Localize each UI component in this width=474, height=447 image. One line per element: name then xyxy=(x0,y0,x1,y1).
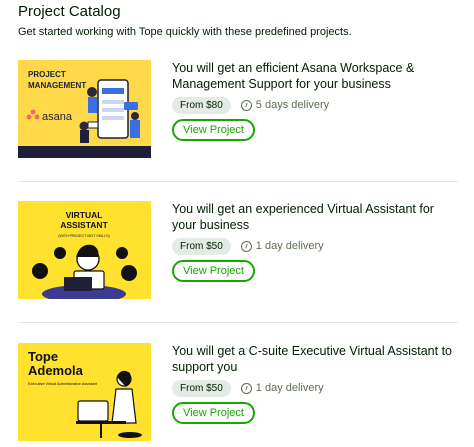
thumb-line2: Ademola xyxy=(28,363,84,378)
thumb-brand: asana xyxy=(42,111,73,123)
price-badge: From $50 xyxy=(172,379,231,397)
divider xyxy=(18,322,458,323)
project-thumbnail[interactable]: VIRTUAL ASSISTANT (WITH PROJECT MGT SKIL… xyxy=(18,201,151,299)
page-title: Project Catalog xyxy=(18,3,121,20)
divider xyxy=(18,181,458,182)
delivery-time: 1 day delivery xyxy=(255,240,324,252)
thumb-line1: Tope xyxy=(28,349,58,364)
executive-assistant-illustration: Tope Ademola Executive Virtual Administr… xyxy=(18,343,151,441)
project-thumbnail[interactable]: PROJECT MANAGEMENT asana xyxy=(18,60,151,158)
view-project-button[interactable]: View Project xyxy=(172,119,255,141)
price-badge: From $80 xyxy=(172,96,231,114)
project-management-illustration: PROJECT MANAGEMENT asana xyxy=(18,60,151,158)
project-title[interactable]: You will get an efficient Asana Workspac… xyxy=(172,60,457,92)
clock-icon xyxy=(240,240,252,252)
page-subtitle: Get started working with Tope quickly wi… xyxy=(18,26,352,38)
clock-icon xyxy=(240,382,252,394)
thumb-line1: VIRTUAL xyxy=(66,210,103,220)
thumb-tag: Executive Virtual Administrative Assista… xyxy=(28,382,98,386)
thumb-tag: (WITH PROJECT MGT SKILLS) xyxy=(58,234,109,238)
project-card[interactable]: Tope Ademola Executive Virtual Administr… xyxy=(18,343,458,443)
thumb-line2: MANAGEMENT xyxy=(28,81,86,90)
project-title[interactable]: You will get a C-suite Executive Virtual… xyxy=(172,343,457,375)
clock-icon xyxy=(240,99,252,111)
delivery-time: 5 days delivery xyxy=(255,99,330,111)
thumb-line1: PROJECT xyxy=(28,70,66,79)
thumb-line2: ASSISTANT xyxy=(60,220,108,230)
view-project-button[interactable]: View Project xyxy=(172,260,255,282)
project-title[interactable]: You will get an experienced Virtual Assi… xyxy=(172,201,457,233)
project-card[interactable]: VIRTUAL ASSISTANT (WITH PROJECT MGT SKIL… xyxy=(18,201,458,301)
price-badge: From $50 xyxy=(172,237,231,255)
delivery-time: 1 day delivery xyxy=(255,382,324,394)
virtual-assistant-illustration: VIRTUAL ASSISTANT (WITH PROJECT MGT SKIL… xyxy=(18,201,151,299)
project-thumbnail[interactable]: Tope Ademola Executive Virtual Administr… xyxy=(18,343,151,441)
view-project-button[interactable]: View Project xyxy=(172,402,255,424)
project-card[interactable]: PROJECT MANAGEMENT asana You will get an… xyxy=(18,60,458,160)
